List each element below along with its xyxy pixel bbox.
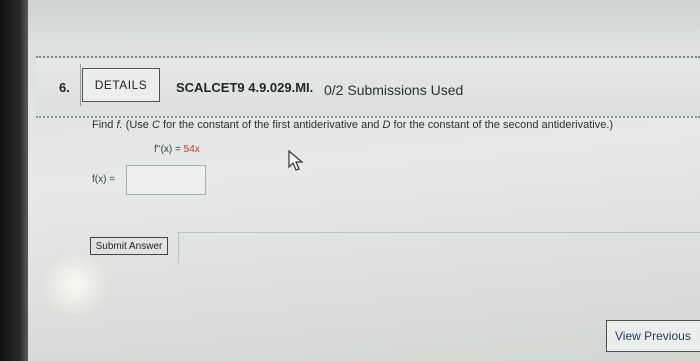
submissions-status: 0/2 Submissions Used: [324, 82, 464, 98]
paren-open-text: (Use: [125, 119, 149, 131]
instructions-middle: for the constant of the first antideriva…: [162, 119, 380, 131]
top-strip: [28, 0, 700, 50]
answer-input[interactable]: [126, 165, 206, 195]
submit-area: [178, 232, 700, 263]
equation-rhs: 54x: [183, 144, 200, 155]
find-prefix: Find: [92, 119, 114, 131]
problem-instructions: Find f. (Use C for the constant of the f…: [92, 119, 613, 131]
question-code: SCALCET9 4.9.029.MI.: [176, 80, 314, 95]
details-button[interactable]: DETAILS: [82, 68, 160, 102]
constant-c: C: [151, 119, 160, 131]
instructions-end: for the constant of the second antideriv…: [393, 119, 614, 131]
equation-lhs: f''(x) =: [154, 144, 184, 155]
find-variable: f.: [116, 119, 123, 131]
view-previous-button[interactable]: View Previous: [606, 320, 700, 352]
answer-label: f(x) =: [92, 174, 116, 185]
screen-glare: [40, 255, 110, 315]
given-equation: f''(x) = 54x: [154, 144, 200, 155]
mouse-pointer-icon: [288, 150, 304, 171]
submit-answer-button[interactable]: Submit Answer: [90, 237, 168, 255]
screen: 6. DETAILS SCALCET9 4.9.029.MI. 0/2 Subm…: [0, 0, 700, 361]
screen-bezel: [0, 0, 28, 361]
constant-d: D: [382, 119, 391, 131]
divider: [80, 64, 81, 106]
question-number: 6.: [59, 80, 70, 95]
